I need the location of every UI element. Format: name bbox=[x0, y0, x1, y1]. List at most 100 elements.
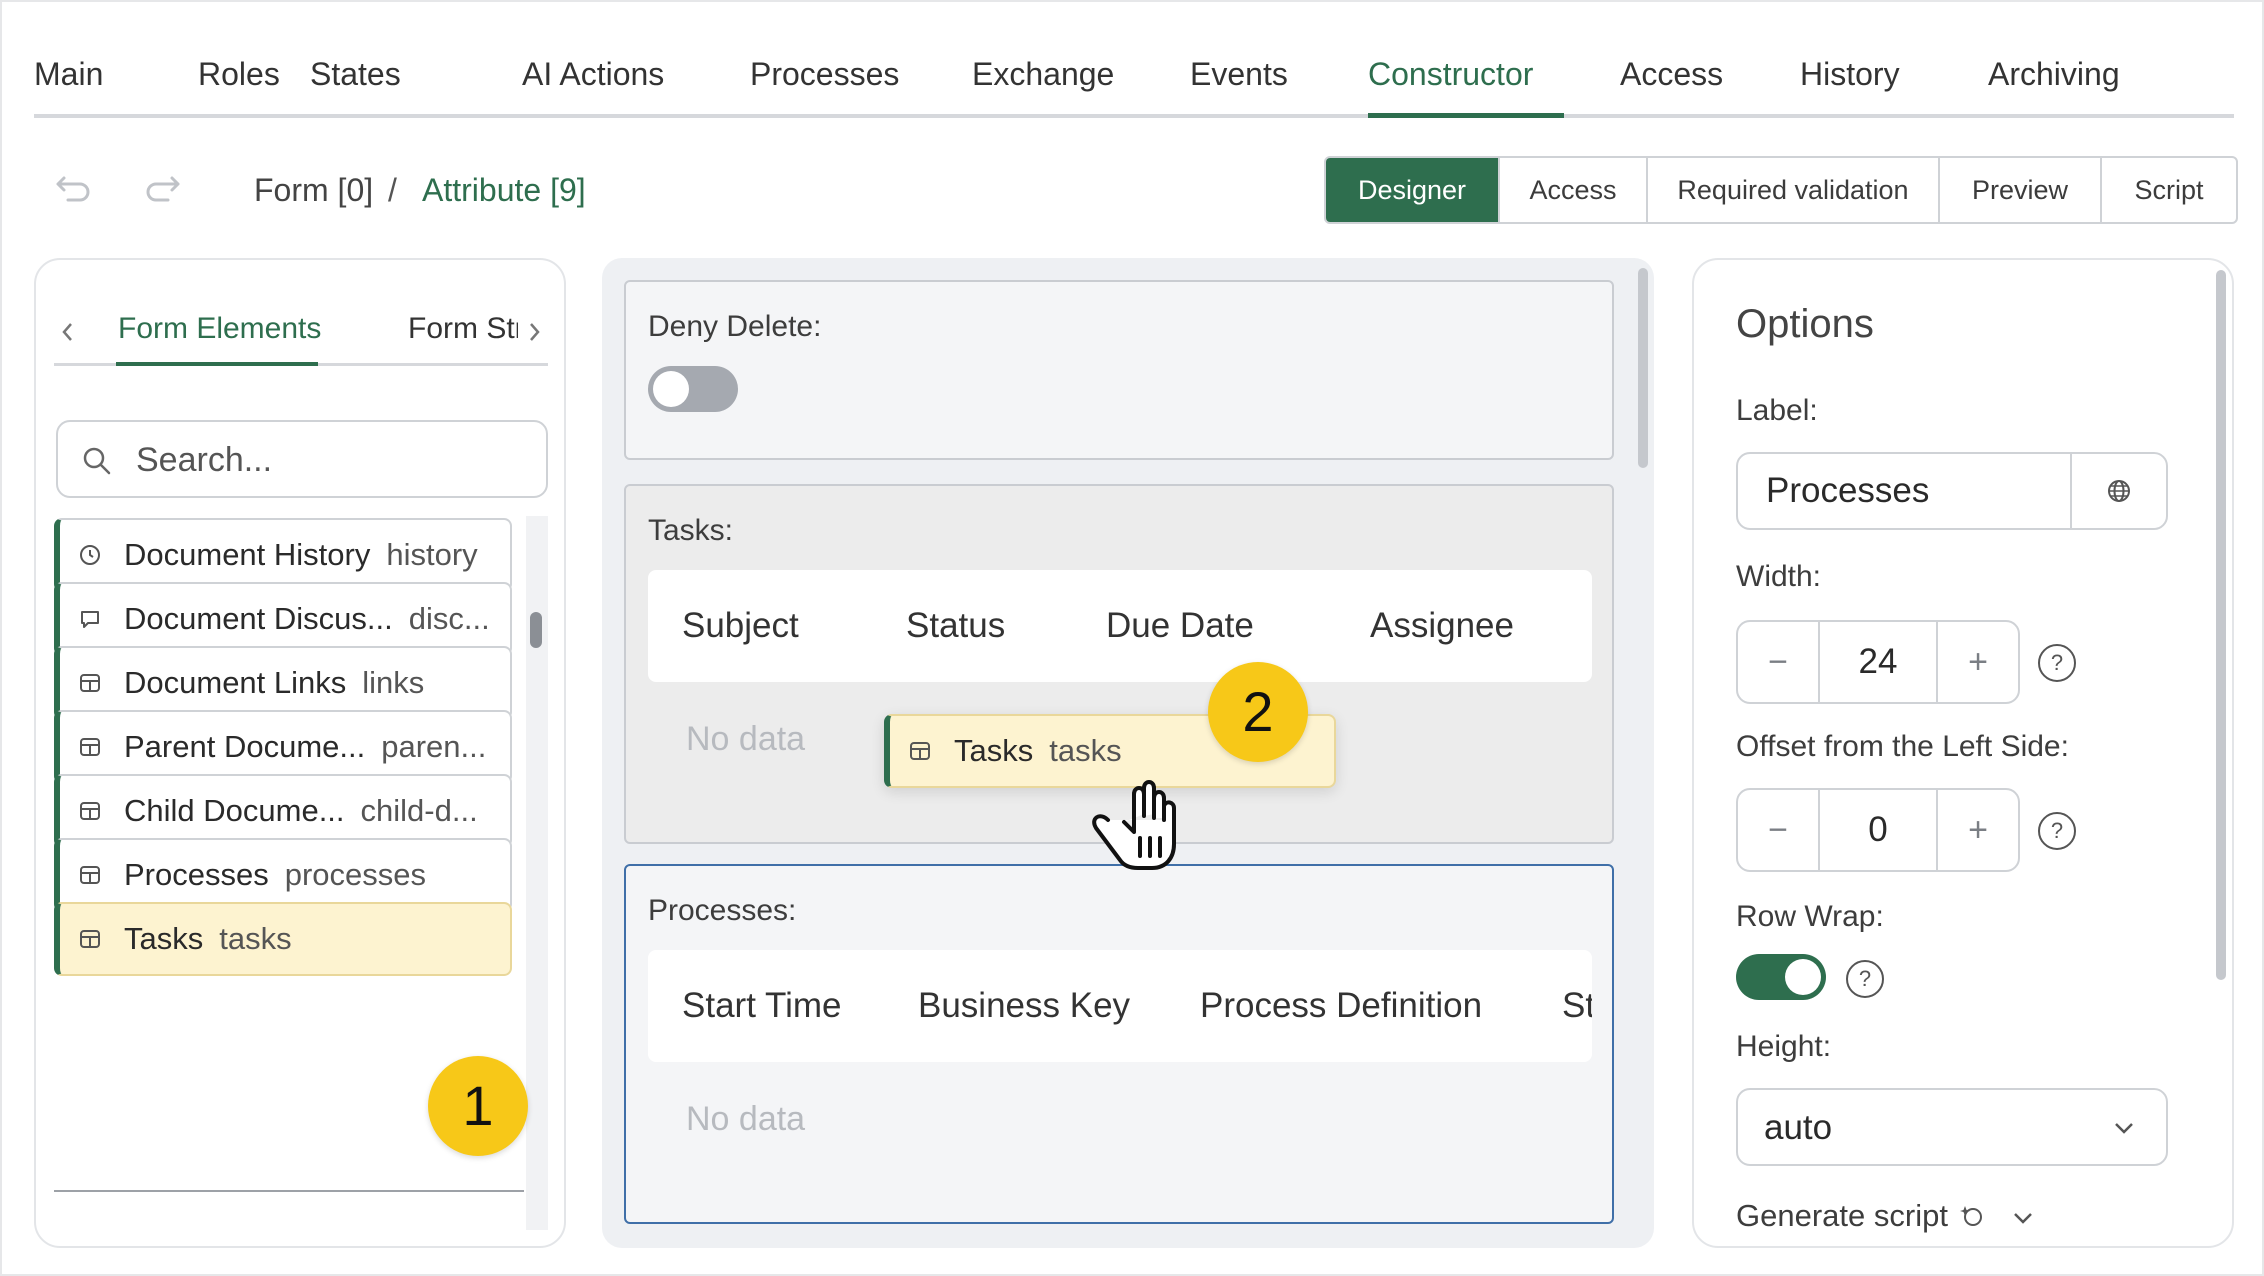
grab-cursor-icon bbox=[1078, 762, 1188, 872]
breadcrumb-attribute[interactable]: Attribute [9] bbox=[422, 172, 586, 209]
table-icon bbox=[78, 927, 102, 951]
element-name: Processes bbox=[124, 857, 269, 892]
decrement-button[interactable]: − bbox=[1738, 622, 1818, 702]
element-name: Child Docume... bbox=[124, 793, 345, 828]
mode-tab-script[interactable]: Script bbox=[2100, 158, 2236, 222]
chevron-right-icon[interactable] bbox=[524, 318, 544, 353]
redo-icon[interactable] bbox=[142, 170, 182, 210]
tasks-table-header: Subject Status Due Date Assignee bbox=[648, 570, 1592, 682]
tab-main[interactable]: Main bbox=[34, 56, 103, 93]
processes-table-header: Start Time Business Key Process Definiti… bbox=[648, 950, 1592, 1062]
column-header: Assignee bbox=[1370, 606, 1514, 645]
chevron-left-icon[interactable] bbox=[58, 318, 78, 353]
element-item[interactable]: Parent Docume... paren... bbox=[54, 710, 512, 784]
element-name: Document History bbox=[124, 537, 371, 572]
mode-tab-designer[interactable]: Designer bbox=[1326, 158, 1498, 222]
table-icon bbox=[78, 863, 102, 887]
label-field: Processes bbox=[1736, 452, 2168, 530]
tab-constructor[interactable]: Constructor bbox=[1368, 56, 1533, 93]
column-header: Process Definition bbox=[1200, 986, 1483, 1025]
options-scrollbar[interactable] bbox=[2216, 270, 2226, 980]
tab-history[interactable]: History bbox=[1800, 56, 1900, 93]
undo-icon[interactable] bbox=[54, 170, 94, 210]
element-item[interactable]: Document Discus... disc... bbox=[54, 582, 512, 656]
element-key: paren... bbox=[381, 729, 487, 764]
height-label: Height: bbox=[1736, 1030, 1832, 1063]
tab-form-elements[interactable]: Form Elements bbox=[118, 312, 321, 346]
offset-label: Offset from the Left Side: bbox=[1736, 730, 2069, 763]
width-label: Width: bbox=[1736, 560, 1822, 593]
element-key: disc... bbox=[408, 601, 490, 636]
divider bbox=[54, 1190, 524, 1192]
canvas-scrollbar[interactable] bbox=[1638, 268, 1648, 468]
table-icon bbox=[78, 735, 102, 759]
search-input[interactable] bbox=[136, 436, 526, 484]
label-input[interactable]: Processes bbox=[1738, 454, 2072, 528]
increment-button[interactable]: + bbox=[1938, 790, 2018, 870]
options-title: Options bbox=[1736, 302, 1874, 346]
offset-input[interactable]: 0 bbox=[1818, 790, 1938, 870]
help-icon[interactable]: ? bbox=[2038, 812, 2076, 850]
mode-tab-access[interactable]: Access bbox=[1498, 158, 1646, 222]
breadcrumb-form[interactable]: Form [0] bbox=[254, 172, 373, 209]
help-icon[interactable]: ? bbox=[1846, 960, 1884, 998]
tab-ai-actions[interactable]: AI Actions bbox=[522, 56, 664, 93]
element-name: Tasks bbox=[124, 921, 204, 956]
options-panel: Options Label: Processes Width: − 24 + ?… bbox=[1692, 258, 2234, 1248]
deny-delete-toggle[interactable] bbox=[648, 366, 738, 412]
search-icon bbox=[80, 444, 114, 478]
column-header: Business Key bbox=[918, 986, 1131, 1025]
comment-icon bbox=[78, 607, 102, 631]
tab-exchange[interactable]: Exchange bbox=[972, 56, 1114, 93]
tab-events[interactable]: Events bbox=[1190, 56, 1288, 93]
deny-delete-label: Deny Delete: bbox=[648, 310, 822, 343]
panel-tabs: Form Elements Form Structure bbox=[54, 300, 548, 366]
tab-processes[interactable]: Processes bbox=[750, 56, 899, 93]
element-item-tasks[interactable]: Tasks tasks bbox=[54, 902, 512, 976]
step-badge-2: 2 bbox=[1208, 662, 1308, 762]
mode-tab-required-validation[interactable]: Required validation bbox=[1646, 158, 1938, 222]
generate-script-toggle[interactable]: Generate script bbox=[1736, 1198, 2036, 1234]
row-wrap-toggle[interactable] bbox=[1736, 954, 1826, 1000]
element-key: child-d... bbox=[360, 793, 478, 828]
tab-form-structure[interactable]: Form Structure bbox=[408, 312, 518, 346]
help-icon[interactable]: ? bbox=[2038, 644, 2076, 682]
height-select[interactable]: auto bbox=[1736, 1088, 2168, 1166]
table-icon bbox=[78, 799, 102, 823]
processes-card[interactable]: Processes: Start Time Business Key Proce… bbox=[624, 864, 1614, 1224]
width-input[interactable]: 24 bbox=[1818, 622, 1938, 702]
column-header: Status bbox=[906, 606, 1006, 645]
element-name: Parent Docume... bbox=[124, 729, 366, 764]
scrollbar-thumb[interactable] bbox=[530, 612, 542, 648]
element-key: history bbox=[386, 537, 478, 572]
label-field-label: Label: bbox=[1736, 394, 1818, 427]
column-header: Start Time bbox=[682, 986, 842, 1025]
tab-access[interactable]: Access bbox=[1620, 56, 1723, 93]
row-wrap-label: Row Wrap: bbox=[1736, 900, 1884, 933]
element-key: tasks bbox=[219, 921, 292, 956]
clock-icon bbox=[78, 543, 102, 567]
table-icon bbox=[78, 671, 102, 695]
element-item[interactable]: Processes processes bbox=[54, 838, 512, 912]
empty-state: No data bbox=[686, 1100, 806, 1138]
decrement-button[interactable]: − bbox=[1738, 790, 1818, 870]
tab-archiving[interactable]: Archiving bbox=[1988, 56, 2120, 93]
globe-icon[interactable] bbox=[2072, 454, 2166, 528]
tab-roles[interactable]: Roles bbox=[198, 56, 280, 93]
empty-state: No data bbox=[686, 720, 806, 758]
tab-states[interactable]: States bbox=[310, 56, 401, 93]
chevron-down-icon bbox=[2010, 1203, 2036, 1229]
deny-delete-card[interactable]: Deny Delete: bbox=[624, 280, 1614, 460]
chevron-down-icon bbox=[2110, 1114, 2138, 1142]
element-item[interactable]: Document Links links bbox=[54, 646, 512, 720]
step-badge-1: 1 bbox=[428, 1056, 528, 1156]
mode-tab-preview[interactable]: Preview bbox=[1938, 158, 2100, 222]
element-item[interactable]: Child Docume... child-d... bbox=[54, 774, 512, 848]
height-value: auto bbox=[1764, 1108, 1833, 1147]
toggle-knob bbox=[1785, 959, 1821, 995]
table-icon bbox=[908, 739, 932, 763]
tasks-label: Tasks: bbox=[648, 514, 734, 547]
increment-button[interactable]: + bbox=[1938, 622, 2018, 702]
element-item[interactable]: Document History history bbox=[54, 518, 512, 592]
offset-stepper: − 0 + bbox=[1736, 788, 2020, 872]
